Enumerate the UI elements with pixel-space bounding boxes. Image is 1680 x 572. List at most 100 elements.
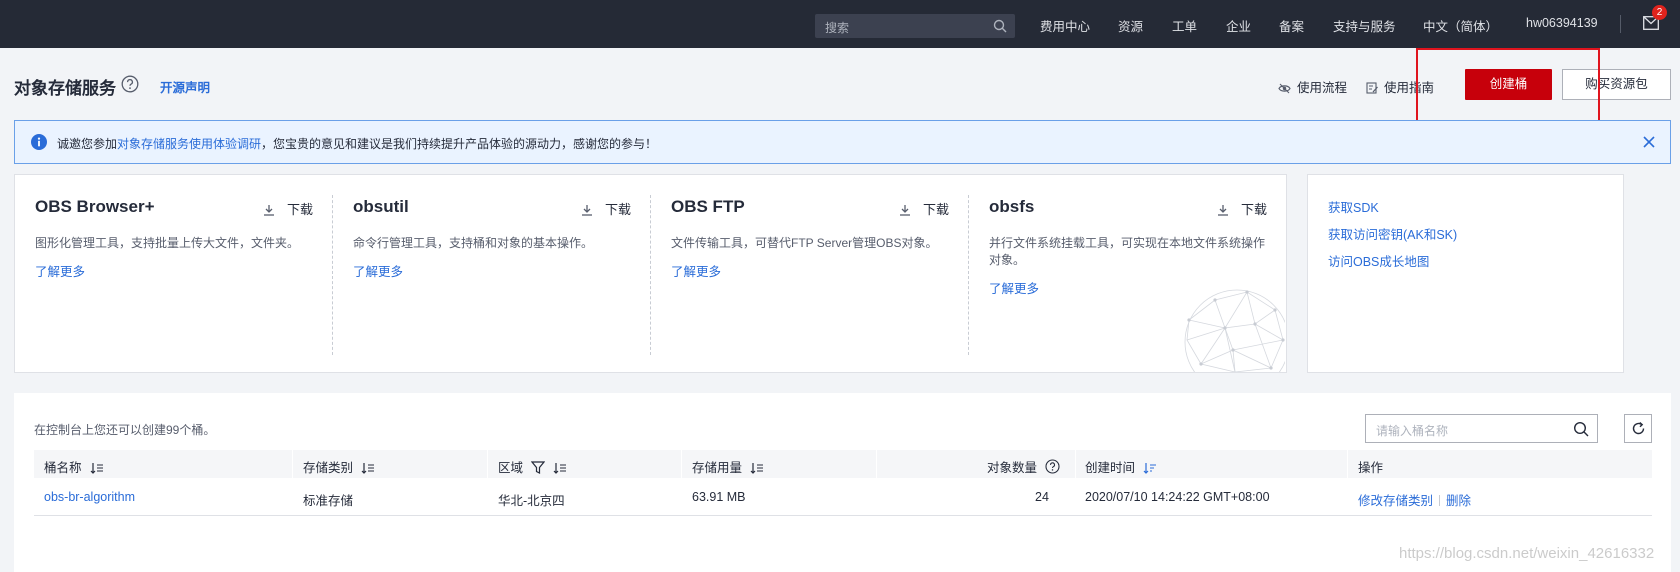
- survey-notice-banner: 诚邀您参加对象存储服务使用体验调研，您宝贵的意见和建议是我们持续提升产品体验的源…: [14, 120, 1671, 164]
- learn-more-link[interactable]: 了解更多: [353, 261, 403, 280]
- tool-description: 并行文件系统挂载工具，可实现在本地文件系统操作对象。: [989, 236, 1266, 267]
- watermark: https://blog.csdn.net/weixin_42616332: [1399, 545, 1655, 562]
- download-link[interactable]: 下载: [581, 199, 631, 218]
- filter-icon[interactable]: [530, 461, 546, 474]
- survey-link[interactable]: 对象存储服务使用体验调研: [117, 137, 261, 151]
- col-storage-class[interactable]: 存储类别: [303, 457, 375, 476]
- col-label: 区域: [498, 461, 524, 475]
- eye-icon: [1278, 83, 1291, 94]
- bucket-quota-tip: 在控制台上您还可以创建99个桶。: [34, 423, 216, 437]
- sort-icon[interactable]: [90, 462, 103, 474]
- col-bucket-name[interactable]: 桶名称: [44, 457, 103, 476]
- info-icon: [31, 134, 47, 150]
- tool-card-obsutil: obsutil 下载 命令行管理工具，支持桶和对象的基本操作。 了解更多: [333, 175, 651, 372]
- tool-card-obsfs: obsfs 下载 并行文件系统挂载工具，可实现在本地文件系统操作对象。 了解更多: [969, 175, 1287, 372]
- nav-language[interactable]: 中文（简体）: [1423, 16, 1498, 35]
- col-label: 对象数量: [987, 461, 1038, 475]
- open-source-statement-link[interactable]: 开源声明: [160, 77, 210, 96]
- global-search-placeholder: 搜索: [825, 21, 850, 35]
- refresh-icon: [1632, 421, 1645, 435]
- download-icon: [899, 205, 910, 216]
- notice-prefix: 诚邀您参加: [57, 137, 118, 151]
- notice-text: 诚邀您参加对象存储服务使用体验调研，您宝贵的意见和建议是我们持续提升产品体验的源…: [57, 135, 657, 152]
- bucket-name-link[interactable]: obs-br-algorithm: [44, 490, 135, 504]
- column-divider: [292, 450, 293, 478]
- nav-divider: [1620, 15, 1621, 33]
- notice-suffix: ，您宝贵的意见和建议是我们持续提升产品体验的源动力，感谢您的参与！: [261, 137, 658, 151]
- download-link[interactable]: 下载: [1217, 199, 1267, 218]
- table-row: obs-br-algorithm 标准存储 华北-北京四 63.91 MB 24…: [34, 478, 1652, 516]
- tools-panel: OBS Browser+ 下载 图形化管理工具，支持批量上传大文件，文件夹。 了…: [14, 174, 1287, 373]
- col-operations: 操作: [1358, 461, 1384, 475]
- nav-billing-center[interactable]: 费用中心: [1040, 16, 1090, 35]
- col-label: 存储用量: [692, 461, 743, 475]
- search-icon[interactable]: [993, 19, 1007, 33]
- learn-more-link[interactable]: 了解更多: [989, 278, 1039, 297]
- usage-flow-label: 使用流程: [1297, 81, 1348, 95]
- obs-growth-map-link[interactable]: 访问OBS成长地图: [1328, 251, 1429, 270]
- col-region[interactable]: 区域: [498, 457, 567, 476]
- download-link[interactable]: 下载: [263, 199, 313, 218]
- close-icon[interactable]: [1642, 135, 1656, 149]
- tool-description: 文件传输工具，可替代FTP Server管理OBS对象。: [671, 236, 938, 250]
- download-label: 下载: [286, 202, 313, 217]
- nav-resources[interactable]: 资源: [1118, 16, 1143, 35]
- page-title: 对象存储服务: [14, 79, 116, 98]
- edit-doc-icon: [1366, 82, 1378, 94]
- col-label: 存储类别: [303, 461, 354, 475]
- nav-enterprise[interactable]: 企业: [1226, 16, 1251, 35]
- col-label: 创建时间: [1085, 461, 1136, 475]
- download-icon: [1217, 205, 1228, 216]
- cell-storage-class: 标准存储: [303, 494, 354, 508]
- tool-name: obsutil: [353, 197, 409, 216]
- op-divider: [1439, 495, 1441, 506]
- sort-icon[interactable]: [553, 462, 567, 474]
- top-navigation-bar: 搜索 费用中心 资源 工单 企业 备案 支持与服务 中文（简体） hw06394…: [0, 0, 1680, 48]
- column-divider: [487, 450, 488, 478]
- sort-desc-active-icon[interactable]: [1143, 462, 1157, 474]
- tool-description: 命令行管理工具，支持桶和对象的基本操作。: [353, 236, 594, 250]
- learn-more-link[interactable]: 了解更多: [35, 261, 85, 280]
- column-divider: [681, 450, 682, 478]
- global-search-input[interactable]: 搜索: [815, 14, 1015, 38]
- download-icon: [581, 205, 592, 216]
- nav-icp-filing[interactable]: 备案: [1279, 16, 1304, 35]
- cell-region: 华北-北京四: [498, 494, 565, 508]
- help-icon[interactable]: [1045, 459, 1060, 474]
- get-sdk-link[interactable]: 获取SDK: [1328, 197, 1379, 216]
- column-divider: [1075, 450, 1076, 478]
- col-object-count[interactable]: 对象数量: [987, 457, 1060, 476]
- nav-support[interactable]: 支持与服务: [1333, 16, 1396, 35]
- tool-name: OBS FTP: [671, 197, 745, 216]
- nav-tickets[interactable]: 工单: [1172, 16, 1197, 35]
- bucket-search-placeholder: 请输入桶名称: [1376, 424, 1449, 438]
- refresh-button[interactable]: [1624, 414, 1652, 443]
- download-label: 下载: [604, 202, 631, 217]
- tool-name: obsfs: [989, 197, 1035, 216]
- bucket-search-input[interactable]: 请输入桶名称: [1365, 414, 1598, 443]
- mail-badge: 2: [1652, 5, 1667, 20]
- globe-decoration-icon: [1184, 289, 1285, 372]
- download-icon: [263, 205, 274, 216]
- help-icon[interactable]: [121, 75, 139, 93]
- search-icon[interactable]: [1573, 421, 1589, 437]
- col-created-time[interactable]: 创建时间: [1085, 457, 1157, 476]
- quick-links-panel: 获取SDK 获取访问密钥(AK和SK) 访问OBS成长地图: [1307, 174, 1624, 373]
- nav-username[interactable]: hw06394139: [1526, 16, 1598, 30]
- sort-icon[interactable]: [361, 462, 375, 474]
- learn-more-link[interactable]: 了解更多: [671, 261, 721, 280]
- download-link[interactable]: 下载: [899, 199, 949, 218]
- sort-icon[interactable]: [750, 462, 764, 474]
- cell-object-count: 24: [1035, 490, 1049, 504]
- modify-storage-class-link[interactable]: 修改存储类别: [1358, 494, 1433, 508]
- col-storage-usage[interactable]: 存储用量: [692, 457, 764, 476]
- usage-flow-link[interactable]: 使用流程: [1278, 77, 1347, 96]
- column-divider: [1347, 450, 1348, 478]
- col-label: 桶名称: [44, 461, 82, 475]
- delete-link[interactable]: 删除: [1446, 494, 1471, 508]
- get-access-keys-link[interactable]: 获取访问密钥(AK和SK): [1328, 224, 1457, 243]
- cell-operations: 修改存储类别 删除: [1358, 490, 1471, 509]
- bucket-table-header: 桶名称 存储类别 区域 存储用量 对象数量 创建时间 操作: [34, 450, 1652, 478]
- cell-created-time: 2020/07/10 14:24:22 GMT+08:00: [1085, 490, 1270, 504]
- tool-card-obs-browser: OBS Browser+ 下载 图形化管理工具，支持批量上传大文件，文件夹。 了…: [15, 175, 333, 372]
